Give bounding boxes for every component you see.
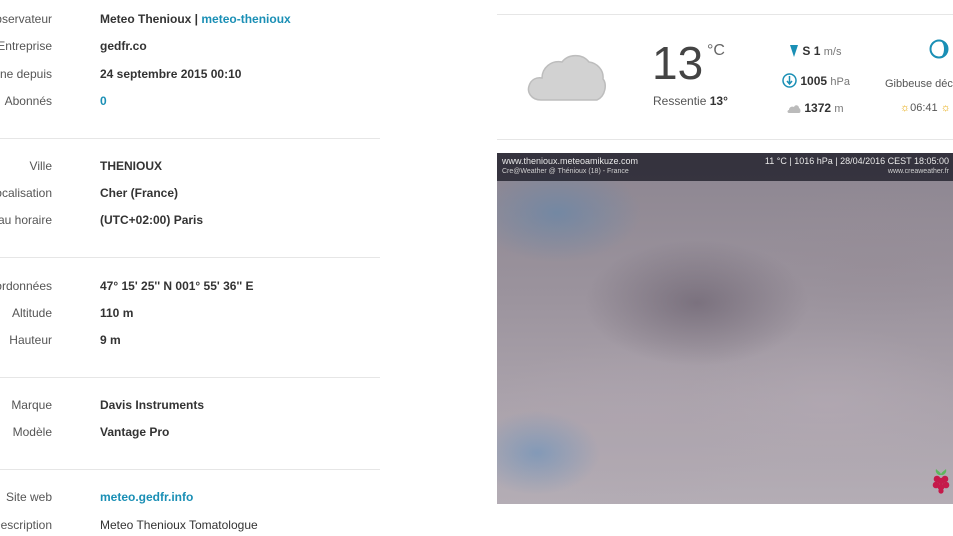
coordinates-label: Coordonnées — [0, 279, 52, 293]
description-label: Description — [0, 518, 52, 532]
company-label: Entreprise — [0, 39, 52, 53]
divider — [497, 139, 953, 140]
description-row: Description Meteo Thenioux Tomatologue — [0, 515, 380, 535]
cloud-base-reading: 1372 m — [787, 101, 844, 115]
model-value: Vantage Pro — [100, 425, 170, 439]
coordinates-row: Coordonnées 47° 15' 25'' N 001° 55' 36''… — [0, 276, 380, 296]
divider — [0, 377, 380, 378]
website-link[interactable]: meteo.gedfr.info — [100, 487, 193, 507]
feels-like: Ressentie 13° — [653, 94, 728, 108]
height-value: 9 m — [100, 333, 121, 347]
current-weather-panel: 13 °C Ressentie 13° S 1 m/s 1005 hPa 137… — [497, 0, 953, 140]
description-value: Meteo Thenioux Tomatologue — [100, 518, 258, 532]
altitude-label: Altitude — [11, 306, 52, 320]
cloud-base-unit: m — [834, 103, 844, 115]
moon-phase-label: Gibbeuse décr — [885, 78, 953, 90]
feels-like-label: Ressentie — [653, 94, 707, 108]
company-row: Entreprise gedfr.co — [0, 36, 380, 56]
webcam-brand-site-text: www.creaweather.fr — [887, 168, 949, 175]
subscribers-label: Abonnés — [4, 94, 52, 108]
model-label: Modèle — [12, 425, 52, 439]
altitude-value: 110 m — [100, 306, 134, 320]
sunset-icon: ☼ — [940, 102, 951, 114]
model-row: Modèle Vantage Pro — [0, 422, 380, 442]
divider — [0, 257, 380, 258]
moon-icon — [929, 39, 949, 59]
coordinates-value: 47° 15' 25'' N 001° 55' 36'' E — [100, 279, 254, 293]
observer-handle-link[interactable]: meteo-thenioux — [201, 12, 290, 26]
observer-label: Observateur — [0, 12, 52, 26]
town-row: Ville THENIOUX — [0, 156, 380, 176]
brand-value: Davis Instruments — [100, 398, 205, 412]
webcam-caption-bar: www.thenioux.meteoamikuze.com Cre@Weathe… — [497, 153, 953, 181]
webcam-reading-text: 11 °C | 1016 hPa | 28/04/2016 CEST 18:05… — [764, 156, 949, 166]
altitude-row: Altitude 110 m — [0, 303, 380, 323]
wind-unit: m/s — [823, 46, 842, 58]
online-since-value: 24 septembre 2015 00:10 — [100, 67, 242, 81]
sunrise-reading: ☼06:41 ☼ — [900, 102, 951, 114]
town-label: Ville — [29, 159, 52, 173]
online-since-label: En ligne depuis — [0, 67, 52, 81]
observer-value: Meteo Thenioux | meteo-thenioux — [100, 9, 291, 29]
height-row: Hauteur 9 m — [0, 330, 380, 350]
small-cloud-icon — [787, 105, 801, 113]
company-value: gedfr.co — [100, 39, 147, 53]
wind-direction: S — [802, 44, 811, 58]
town-value: THENIOUX — [100, 159, 163, 173]
pressure-value: 1005 — [800, 74, 828, 88]
location-label: Localisation — [0, 186, 52, 200]
timezone-label: Fuseau horaire — [0, 213, 52, 227]
webcam-credit-text: Cre@Weather @ Thénioux (18) - France — [502, 168, 629, 175]
location-value: Cher (France) — [100, 186, 179, 200]
station-info-panel: Observateur Meteo Thenioux | meteo-theni… — [0, 0, 380, 536]
divider — [497, 14, 953, 15]
temperature-value: 13 — [652, 37, 704, 89]
website-row: Site web meteo.gedfr.info — [0, 487, 380, 507]
pressure-reading: 1005 hPa — [782, 73, 850, 88]
subscribers-row: Abonnés 0 — [0, 91, 380, 111]
timezone-row: Fuseau horaire (UTC+02:00) Paris — [0, 210, 380, 230]
timezone-value: (UTC+02:00) Paris — [100, 213, 204, 227]
feels-like-value: 13° — [709, 94, 728, 108]
barometer-icon — [782, 73, 797, 88]
cloud-base-value: 1372 — [804, 101, 832, 115]
wind-speed: 1 — [813, 44, 821, 58]
webcam-image[interactable]: www.thenioux.meteoamikuze.com Cre@Weathe… — [497, 153, 953, 504]
pressure-unit: hPa — [830, 76, 850, 88]
location-row: Localisation Cher (France) — [0, 183, 380, 203]
brand-label: Marque — [11, 398, 52, 412]
website-label: Site web — [5, 490, 52, 504]
sunrise-time: 06:41 — [910, 102, 938, 114]
divider — [0, 138, 380, 139]
brand-row: Marque Davis Instruments — [0, 395, 380, 415]
cloud-icon — [527, 54, 606, 101]
raspberry-icon — [932, 469, 950, 494]
observer-name: Meteo Thenioux — [100, 12, 192, 26]
online-since-row: En ligne depuis 24 septembre 2015 00:10 — [0, 64, 380, 84]
wind-reading: S 1 m/s — [789, 44, 841, 58]
observer-separator: | — [191, 12, 202, 26]
divider — [0, 469, 380, 470]
observer-row: Observateur Meteo Thenioux | meteo-theni… — [0, 9, 380, 29]
height-label: Hauteur — [9, 333, 52, 347]
sunrise-icon: ☼ — [900, 102, 911, 114]
subscribers-count-link[interactable]: 0 — [100, 91, 107, 111]
wind-direction-icon — [790, 45, 798, 57]
webcam-site-text: www.thenioux.meteoamikuze.com — [502, 156, 639, 166]
temperature-unit: °C — [707, 42, 725, 59]
